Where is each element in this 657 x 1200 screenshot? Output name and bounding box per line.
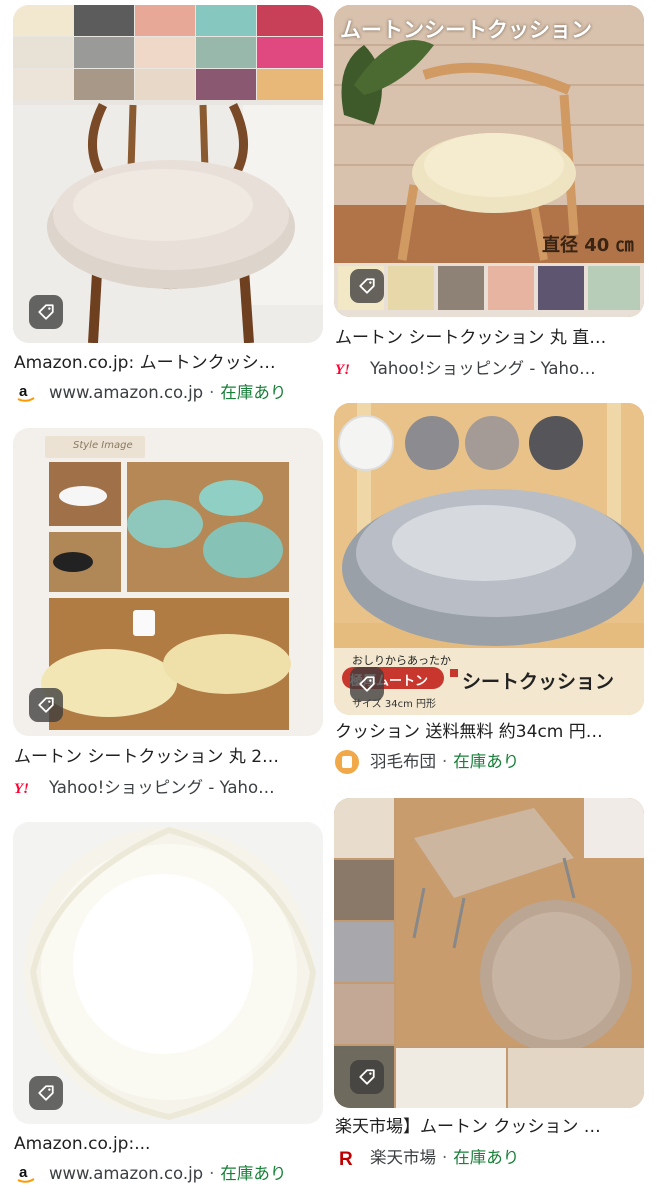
result-title[interactable]: Amazon.co.jp:... <box>14 1133 320 1155</box>
image-overlay-caption: おしりからあったか <box>352 654 451 667</box>
svg-text:R: R <box>339 1149 353 1170</box>
source-domain: www.amazon.co.jp <box>49 1164 204 1183</box>
result-source[interactable]: a www.amazon.co.jp · 在庫あり <box>13 1161 323 1187</box>
result-image[interactable] <box>334 798 644 1108</box>
result-image[interactable] <box>13 5 323 343</box>
result-source[interactable]: R 楽天市場 · 在庫あり <box>334 1145 644 1171</box>
stock-status: 在庫あり <box>453 1148 520 1167</box>
result-source[interactable]: 羽毛布団 · 在庫あり <box>334 749 644 775</box>
source-domain: 楽天市場 <box>370 1148 436 1167</box>
store-logo-icon <box>334 749 360 775</box>
svg-text:Y!: Y! <box>335 362 350 378</box>
shopping-tag-icon <box>350 269 384 303</box>
yahoo-logo-icon: Y! <box>13 775 39 801</box>
separator: · <box>209 1164 215 1183</box>
separator: · <box>442 752 448 771</box>
svg-text:Y!: Y! <box>14 781 29 797</box>
shopping-tag-icon <box>350 1060 384 1094</box>
style-image-label: Style Image <box>73 440 133 451</box>
amazon-logo-icon: a <box>13 1161 39 1187</box>
stock-status: 在庫あり <box>220 383 287 402</box>
source-domain: 羽毛布団 <box>370 752 436 771</box>
svg-text:a: a <box>19 1164 28 1181</box>
separator: · <box>209 383 215 402</box>
result-title[interactable]: ムートン シートクッション 丸 直… <box>335 327 641 349</box>
rakuten-logo-icon: R <box>334 1145 360 1171</box>
separator: · <box>442 1148 448 1167</box>
shopping-tag-icon <box>29 1076 63 1110</box>
result-source[interactable]: Y! Yahoo!ショッピング - Yaho… <box>13 775 323 801</box>
result-title[interactable]: 楽天市場】ムートン クッション … <box>335 1116 641 1138</box>
image-overlay-banner: シートクッション <box>462 671 615 693</box>
shopping-tag-icon <box>29 295 63 329</box>
source-domain: Yahoo!ショッピング - Yaho… <box>370 359 596 378</box>
result-image[interactable]: おしりからあったか 極厚ムートン シートクッション サイズ 34cm 円形 <box>334 403 644 715</box>
result-image[interactable]: ムートンシートクッション 直径 40 ㎝ <box>334 5 644 317</box>
amazon-logo-icon: a <box>13 380 39 406</box>
stock-status: 在庫あり <box>220 1164 287 1183</box>
svg-text:a: a <box>19 383 28 400</box>
image-overlay-size: 直径 40 ㎝ <box>542 235 634 256</box>
source-domain: www.amazon.co.jp <box>49 383 204 402</box>
source-domain: Yahoo!ショッピング - Yaho… <box>49 778 275 797</box>
result-image[interactable] <box>13 822 323 1124</box>
yahoo-logo-icon: Y! <box>334 356 360 382</box>
result-source[interactable]: Y! Yahoo!ショッピング - Yaho… <box>334 356 644 382</box>
result-source[interactable]: a www.amazon.co.jp · 在庫あり <box>13 380 323 406</box>
stock-status: 在庫あり <box>453 752 520 771</box>
result-title[interactable]: ムートン シートクッション 丸 2… <box>14 746 320 768</box>
shopping-tag-icon <box>350 667 384 701</box>
image-overlay-title: ムートンシートクッション <box>340 18 592 42</box>
result-image[interactable]: Style Image <box>13 428 323 736</box>
result-title[interactable]: Amazon.co.jp: ムートンクッシ… <box>14 352 320 374</box>
shopping-tag-icon <box>29 688 63 722</box>
result-title[interactable]: クッション 送料無料 約34cm 円… <box>335 721 641 743</box>
